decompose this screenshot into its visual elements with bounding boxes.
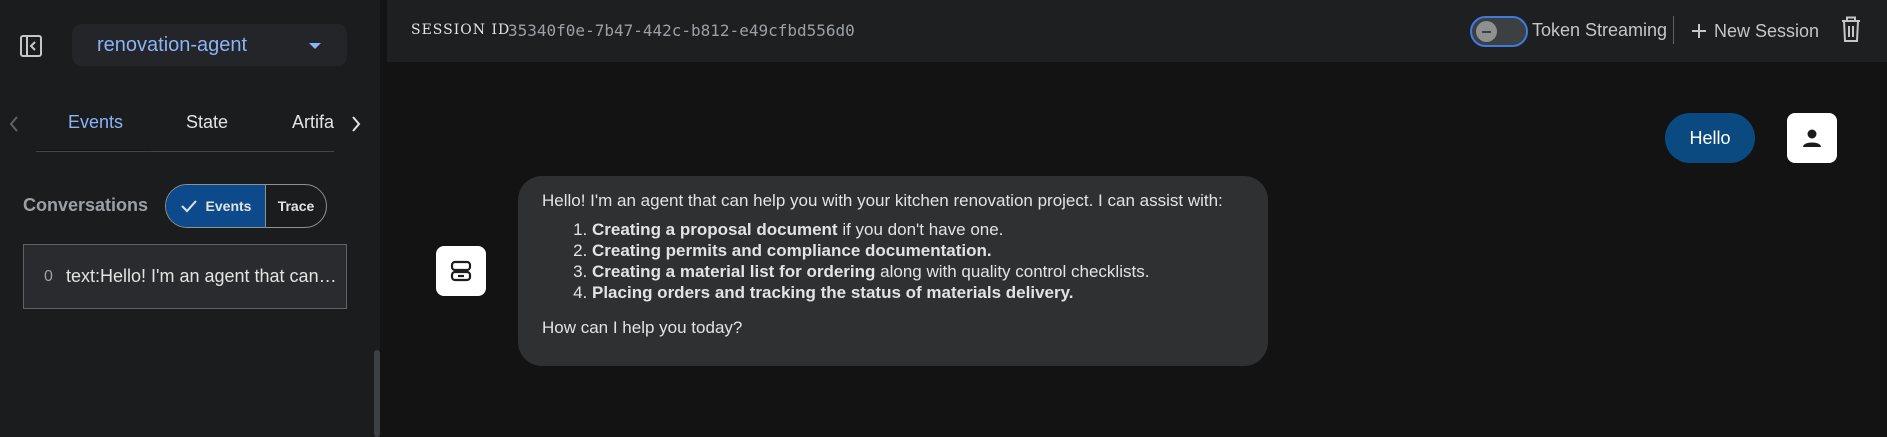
bot-message-bubble: Hello! I'm an agent that can help you wi… xyxy=(518,176,1268,366)
bot-message-intro: Hello! I'm an agent that can help you wi… xyxy=(542,191,1223,210)
tab-state[interactable]: State xyxy=(186,112,228,133)
events-toggle-label: Events xyxy=(205,198,252,214)
chevron-down-icon xyxy=(309,43,321,49)
sidebar-tabs: Events State Artifacts xyxy=(36,98,334,152)
user-avatar-icon xyxy=(1787,113,1837,163)
list-item-rest: if you don't have one. xyxy=(837,220,1004,239)
plus-icon xyxy=(1692,24,1706,38)
bot-message-outro: How can I help you today? xyxy=(542,318,743,337)
view-toggle: Events Trace xyxy=(165,184,327,228)
list-item-bold: Creating a material list for ordering xyxy=(592,262,876,281)
agent-select[interactable]: renovation-agent xyxy=(72,24,347,66)
session-id-value: 35340f0e-7b47-442c-b812-e49cfbd556d0 xyxy=(508,21,855,40)
new-session-button[interactable]: New Session xyxy=(1690,18,1819,44)
session-id-label: SESSION ID xyxy=(411,22,511,38)
delete-session-icon[interactable] xyxy=(1838,16,1864,44)
bot-avatar-icon xyxy=(436,246,486,296)
list-item: Creating a proposal document if you don'… xyxy=(592,219,1244,240)
session-header: SESSION ID 35340f0e-7b47-442c-b812-e49cf… xyxy=(387,0,1887,62)
bot-message-list: Creating a proposal document if you don'… xyxy=(592,219,1244,303)
tabs-next-icon[interactable] xyxy=(346,112,366,136)
token-streaming-label: Token Streaming xyxy=(1532,20,1668,40)
list-item: Creating a material list for ordering al… xyxy=(592,261,1244,282)
sidebar: renovation-agent Events State Artifacts … xyxy=(0,0,380,437)
list-item-bold: Creating permits and compliance document… xyxy=(592,241,992,260)
trace-toggle-button[interactable]: Trace xyxy=(266,185,326,227)
list-item-bold: Placing orders and tracking the status o… xyxy=(592,283,1074,302)
event-list-item[interactable]: 0 text:Hello! I'm an agent that can help… xyxy=(23,244,347,309)
toggle-sidebar-icon[interactable] xyxy=(19,34,43,58)
event-text: text:Hello! I'm an agent that can help y… xyxy=(66,266,338,286)
tab-events[interactable]: Events xyxy=(68,112,123,133)
conversations-label: Conversations xyxy=(23,195,149,215)
event-index: 0 xyxy=(44,268,53,285)
tab-active-indicator xyxy=(36,150,151,151)
user-message-text: Hello xyxy=(1689,127,1731,148)
tabs-prev-icon[interactable] xyxy=(4,112,24,136)
new-session-label: New Session xyxy=(1714,20,1820,41)
header-divider xyxy=(1673,16,1674,44)
events-toggle-button[interactable]: Events xyxy=(166,185,266,227)
token-streaming-toggle[interactable] xyxy=(1470,16,1528,47)
trace-toggle-label: Trace xyxy=(277,198,315,214)
toggle-knob xyxy=(1476,21,1497,42)
app-window: renovation-agent Events State Artifacts … xyxy=(0,0,1887,437)
tab-artifacts[interactable]: Artifacts xyxy=(292,112,334,133)
sidebar-scrollbar[interactable] xyxy=(374,350,380,437)
agent-name: renovation-agent xyxy=(97,34,248,56)
check-icon xyxy=(180,200,197,213)
list-item: Placing orders and tracking the status o… xyxy=(592,282,1244,303)
user-message-bubble: Hello xyxy=(1665,113,1755,163)
list-item-rest: along with quality control checklists. xyxy=(875,262,1150,281)
list-item-bold: Creating a proposal document xyxy=(592,220,838,239)
list-item: Creating permits and compliance document… xyxy=(592,240,1244,261)
